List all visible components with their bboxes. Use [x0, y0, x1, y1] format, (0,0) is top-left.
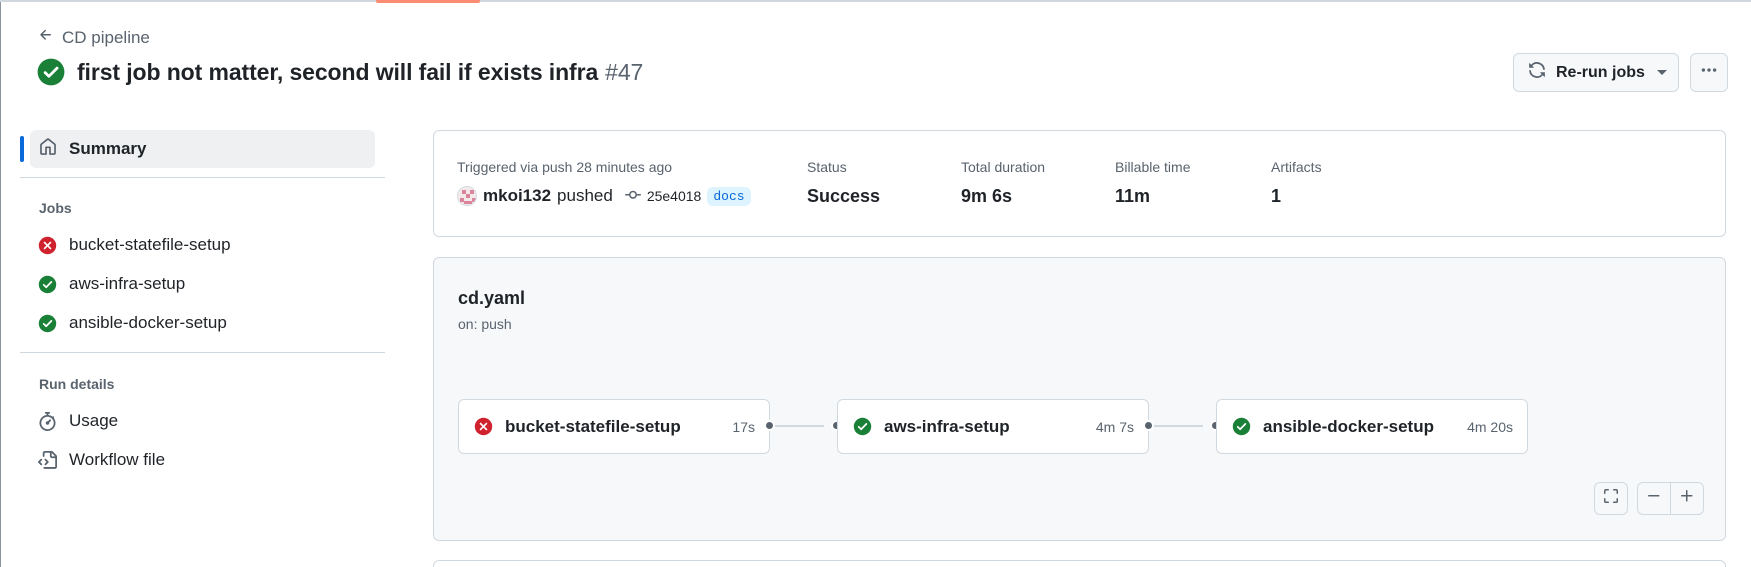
trigger-action: pushed: [557, 186, 613, 205]
branch-badge[interactable]: docs: [707, 186, 751, 206]
total-duration-label: Total duration: [961, 159, 1046, 175]
arrow-left-icon: [38, 27, 54, 48]
x-circle-fill-icon: [38, 236, 57, 255]
job-node-name: ansible-docker-setup: [1263, 416, 1434, 436]
job-connector: [770, 425, 824, 427]
sidebar-divider: [20, 177, 385, 178]
sidebar-job-label: aws-infra-setup: [69, 274, 186, 293]
run-title-text: first job not matter, second will fail i…: [77, 58, 599, 85]
billable-time-label: Billable time: [1115, 159, 1191, 175]
sidebar-item-workflow-file[interactable]: Workflow file: [38, 445, 165, 475]
check-circle-fill-icon: [853, 417, 872, 436]
job-node-name: aws-infra-setup: [884, 416, 1010, 436]
billable-time-value[interactable]: 11m: [1115, 186, 1150, 207]
x-circle-fill-icon: [474, 417, 493, 436]
sidebar-item-job[interactable]: aws-infra-setup: [38, 269, 185, 299]
sidebar-item-usage-label: Usage: [69, 411, 119, 430]
sidebar-item-job[interactable]: ansible-docker-setup: [38, 308, 227, 338]
check-circle-fill-icon: [38, 275, 57, 294]
window-left-edge: [0, 0, 1, 567]
check-circle-fill-icon: [38, 314, 57, 333]
job-node-duration: 4m 7s: [1095, 418, 1134, 435]
sync-icon: [1528, 61, 1546, 84]
trigger-details: mkoi132 pushed 25e4018 docs: [457, 186, 751, 206]
sidebar-item-usage[interactable]: Usage: [38, 406, 118, 436]
run-summary-card: Triggered via push 28 minutes ago mkoi13…: [433, 130, 1726, 237]
rerun-jobs-button[interactable]: Re-run jobs: [1513, 53, 1679, 92]
trigger-label: Triggered via push 28 minutes ago: [457, 159, 673, 175]
triangle-down-icon: [1656, 70, 1667, 75]
job-node-ansible-docker-setup[interactable]: ansible-docker-setup 4m 20s: [1216, 399, 1528, 454]
sidebar-item-workflow-file-label: Workflow file: [69, 450, 166, 469]
job-node-aws-infra-setup[interactable]: aws-infra-setup 4m 7s: [837, 399, 1149, 454]
status-label: Status: [807, 159, 847, 175]
avatar[interactable]: [457, 186, 477, 206]
job-connector-dot: [1143, 420, 1154, 431]
sidebar-active-indicator: [20, 136, 24, 162]
status-value: Success: [807, 186, 881, 206]
workflow-trigger: on: push: [458, 316, 512, 332]
fullscreen-button[interactable]: [1594, 482, 1628, 515]
total-duration-value: 9m 6s: [961, 186, 1013, 206]
check-circle-fill-icon: [37, 58, 65, 86]
next-section-card: [433, 560, 1726, 567]
screen-full-icon: [1603, 488, 1619, 509]
run-details-heading: Run details: [39, 376, 115, 392]
sidebar-job-label: bucket-statefile-setup: [69, 235, 231, 254]
workflow-graph-card: cd.yaml on: push bucket-statefile-setup …: [433, 257, 1726, 541]
top-nav-border: [0, 0, 1751, 2]
sidebar-job-label: ansible-docker-setup: [69, 313, 227, 332]
sidebar-item-summary[interactable]: Summary: [30, 130, 375, 168]
job-node-duration: 4m 20s: [1467, 418, 1513, 435]
plus-icon: [1679, 488, 1695, 509]
zoom-in-button[interactable]: [1670, 482, 1704, 515]
dash-icon: [1646, 488, 1662, 509]
sidebar-item-summary-label: Summary: [69, 139, 147, 158]
artifacts-value[interactable]: 1: [1271, 186, 1281, 207]
jobs-heading: Jobs: [39, 200, 72, 216]
back-to-workflow-link[interactable]: CD pipeline: [38, 27, 150, 48]
job-node-name: bucket-statefile-setup: [505, 416, 681, 436]
workflow-file-name: cd.yaml: [458, 288, 526, 308]
run-title-row: first job not matter, second will fail i…: [37, 58, 643, 86]
active-tab-underline: [376, 0, 480, 3]
git-commit-icon: [624, 187, 641, 206]
more-actions-button[interactable]: [1690, 53, 1728, 92]
rerun-jobs-label: Re-run jobs: [1556, 63, 1645, 81]
kebab-horizontal-icon: [1700, 61, 1718, 84]
commit-link[interactable]: 25e4018: [624, 187, 702, 206]
run-number: #47: [605, 58, 644, 85]
check-circle-fill-icon: [1232, 417, 1251, 436]
zoom-out-button[interactable]: [1637, 482, 1671, 515]
commit-sha: 25e4018: [646, 188, 702, 204]
job-node-bucket-statefile-setup[interactable]: bucket-statefile-setup 17s: [458, 399, 770, 454]
actor-link[interactable]: mkoi132: [483, 186, 551, 206]
sidebar-item-job[interactable]: bucket-statefile-setup: [38, 230, 231, 260]
stopwatch-icon: [38, 411, 57, 431]
job-connector-dot: [764, 420, 775, 431]
back-link-label: CD pipeline: [62, 27, 150, 47]
home-icon: [39, 137, 57, 161]
job-connector: [1149, 425, 1203, 427]
sidebar-divider: [20, 352, 385, 353]
file-code-icon: [38, 450, 57, 470]
page-title: first job not matter, second will fail i…: [77, 59, 643, 86]
job-node-duration: 17s: [732, 418, 755, 435]
artifacts-label: Artifacts: [1271, 159, 1322, 175]
